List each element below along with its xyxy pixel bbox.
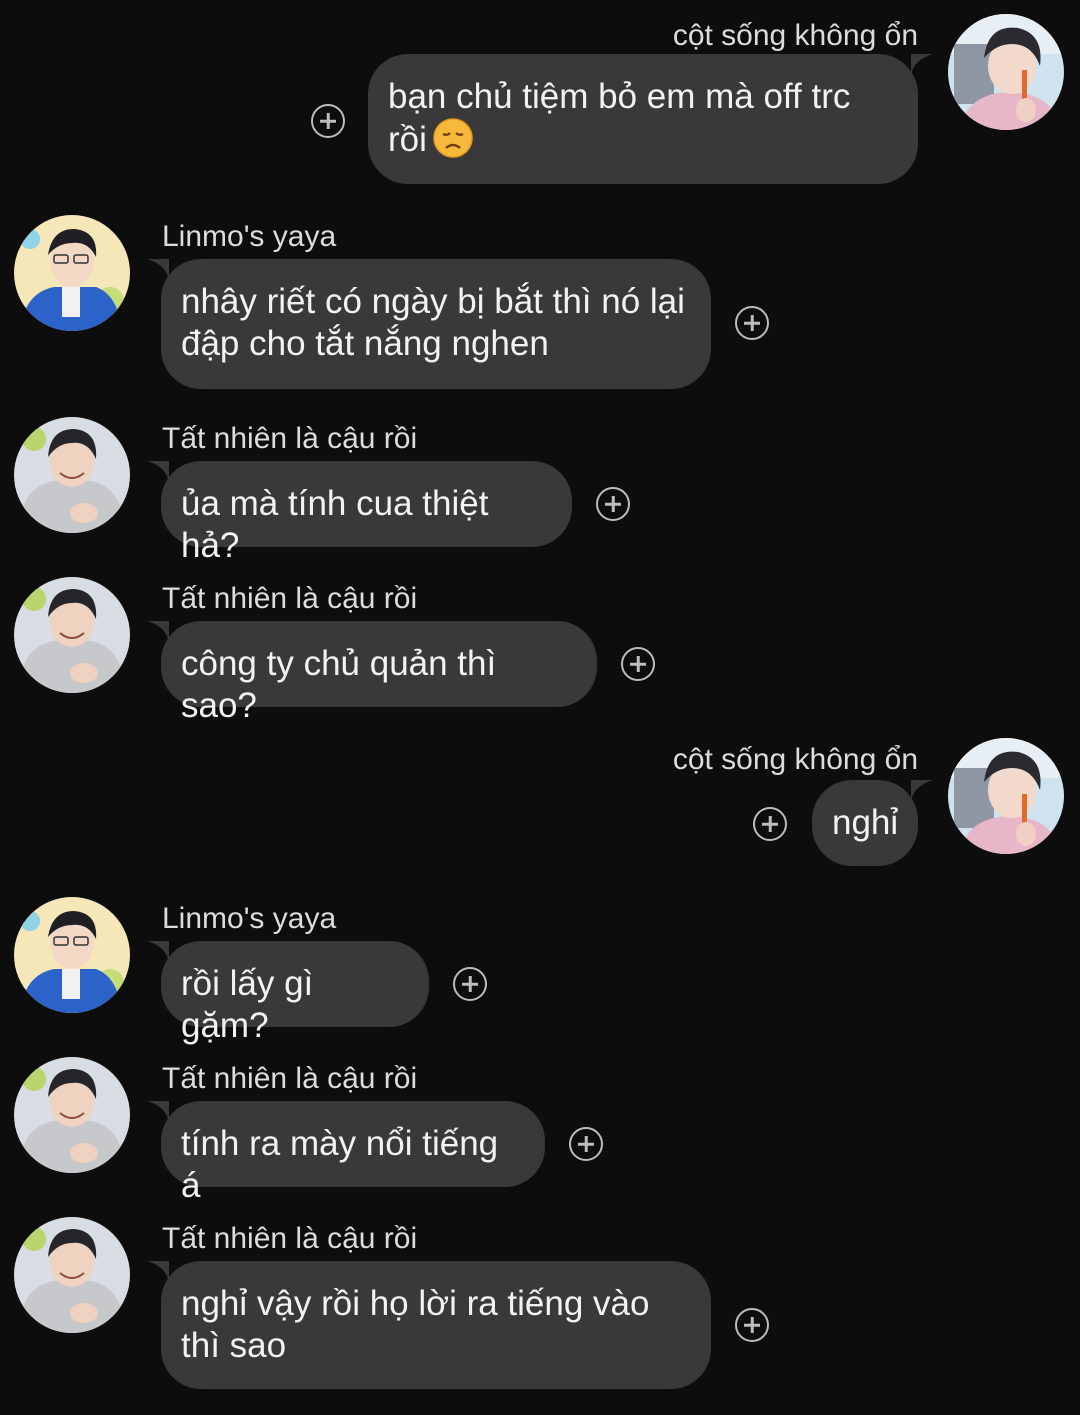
bubble-tail (147, 1101, 169, 1123)
message-bubble[interactable]: nhây riết có ngày bị bắt thì nó lại đập … (161, 259, 711, 389)
chat-screen: { "colors": { "background": "#0d0d0e", "… (0, 0, 1080, 1415)
sender-name: Tất nhiên là cậu rồi (162, 582, 418, 615)
message-row: Tất nhiên là cậu rồi nghỉ vậy rồi họ lời… (0, 1217, 1080, 1392)
avatar[interactable] (14, 215, 130, 331)
add-reaction-icon[interactable] (621, 647, 655, 681)
add-reaction-icon[interactable] (596, 487, 630, 521)
avatar[interactable] (14, 417, 130, 533)
bubble-tail (911, 54, 933, 76)
avatar-image (948, 738, 1064, 854)
avatar-image (14, 215, 130, 331)
disappointed-face-icon (433, 118, 473, 158)
sender-name: Tất nhiên là cậu rồi (162, 422, 418, 455)
message-row: Linmo's yaya rồi lấy gì gặm? (0, 897, 1080, 1045)
avatar-image (14, 1057, 130, 1173)
avatar[interactable] (14, 897, 130, 1013)
sender-name: cột sống không ổn (672, 743, 918, 776)
add-reaction-icon[interactable] (735, 1308, 769, 1342)
avatar[interactable] (14, 1057, 130, 1173)
message-bubble[interactable]: ủa mà tính cua thiệt hả? (161, 461, 572, 565)
message-row: cột sống không ổn nghỉ (0, 738, 1080, 873)
message-row: Tất nhiên là cậu rồi tính ra mày nổi tiế… (0, 1057, 1080, 1205)
message-bubble[interactable]: bạn chủ tiệm bỏ em mà off trc rồi (368, 54, 918, 184)
avatar[interactable] (948, 14, 1064, 130)
sender-name: Tất nhiên là cậu rồi (162, 1062, 418, 1095)
add-reaction-icon[interactable] (735, 306, 769, 340)
add-reaction-icon[interactable] (453, 967, 487, 1001)
sender-name: Tất nhiên là cậu rồi (162, 1222, 418, 1255)
message-bubble[interactable]: nghỉ (812, 780, 918, 866)
message-bubble[interactable]: nghỉ vậy rồi họ lời ra tiếng vào thì sao (161, 1261, 711, 1389)
message-bubble[interactable]: công ty chủ quản thì sao? (161, 621, 597, 725)
message-bubble[interactable]: rồi lấy gì gặm? (161, 941, 429, 1045)
avatar-image (14, 417, 130, 533)
message-row: cột sống không ổn bạn chủ tiệm bỏ em mà … (0, 14, 1080, 189)
avatar[interactable] (14, 1217, 130, 1333)
bubble-tail (147, 941, 169, 963)
sender-name: Linmo's yaya (162, 902, 337, 935)
sender-name: cột sống không ổn (672, 19, 918, 52)
avatar[interactable] (14, 577, 130, 693)
add-reaction-icon[interactable] (311, 104, 345, 138)
avatar-image (14, 1217, 130, 1333)
avatar-image (14, 897, 130, 1013)
bubble-tail (911, 780, 933, 802)
message-row: Linmo's yaya nhây riết có ngày bị bắt th… (0, 215, 1080, 390)
avatar[interactable] (948, 738, 1064, 854)
add-reaction-icon[interactable] (753, 807, 787, 841)
sender-name: Linmo's yaya (162, 220, 337, 253)
add-reaction-icon[interactable] (569, 1127, 603, 1161)
message-row: Tất nhiên là cậu rồi ủa mà tính cua thiệ… (0, 417, 1080, 565)
bubble-tail (147, 461, 169, 483)
bubble-tail (147, 621, 169, 643)
message-row: Tất nhiên là cậu rồi công ty chủ quản th… (0, 577, 1080, 725)
avatar-image (14, 577, 130, 693)
bubble-tail (147, 259, 169, 281)
bubble-tail (147, 1261, 169, 1283)
avatar-image (948, 14, 1064, 130)
message-bubble[interactable]: tính ra mày nổi tiếng á (161, 1101, 545, 1205)
